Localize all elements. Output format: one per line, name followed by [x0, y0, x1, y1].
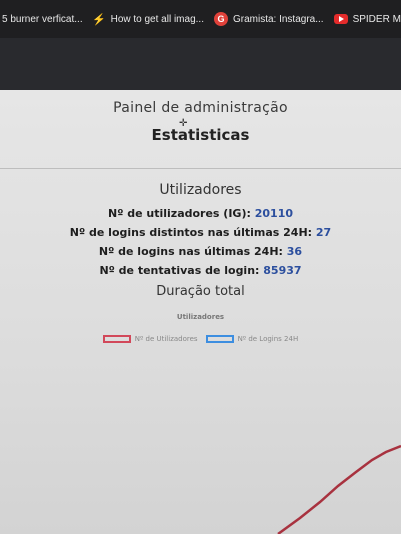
chart-legend: Nº de Utilizadores Nº de Logins 24H: [0, 335, 401, 343]
admin-panel: Painel de administração ✛ Estatisticas U…: [0, 90, 401, 534]
legend-item-users[interactable]: Nº de Utilizadores: [102, 335, 198, 343]
stat-label: Nº de logins distintos nas últimas 24H:: [69, 226, 313, 239]
bookmark-label: Gramista: Instagra...: [232, 13, 324, 25]
legend-label: Nº de Logins 24H: [237, 335, 299, 343]
g-icon: G: [213, 12, 228, 26]
duration-title: Duração total: [156, 284, 245, 299]
stat-value: 27: [315, 226, 332, 239]
stat-label: Nº de utilizadores (IG):: [107, 207, 251, 220]
legend-label: Nº de Utilizadores: [134, 335, 198, 343]
bookmark-get-images[interactable]: ⚡ How to get all imag...: [92, 13, 204, 26]
bookmark-spider[interactable]: SPIDER M: [333, 13, 401, 25]
app-header: [0, 38, 401, 90]
bookmark-label: How to get all imag...: [110, 13, 204, 25]
chart-canvas: [277, 444, 401, 534]
bolt-icon: ⚡: [92, 13, 106, 26]
legend-item-logins[interactable]: Nº de Logins 24H: [205, 335, 299, 343]
stat-value: 20110: [254, 207, 294, 220]
youtube-icon: [333, 14, 348, 24]
bookmark-gramista[interactable]: G Gramista: Instagra...: [213, 12, 324, 26]
stat-users-ig: Nº de utilizadores (IG): 20110: [0, 207, 401, 220]
stat-logins-24h: Nº de logins nas últimas 24H: 36: [0, 245, 401, 258]
bookmarks-bar: 5 burner verficat... ⚡ How to get all im…: [0, 0, 401, 38]
stat-value: 36: [286, 245, 303, 258]
divider: [0, 168, 401, 169]
bookmark-burner[interactable]: 5 burner verficat...: [2, 14, 83, 25]
users-section-title: Utilizadores: [159, 182, 242, 198]
series-line-users: [277, 444, 401, 534]
bookmark-label: 5 burner verficat...: [2, 13, 83, 25]
admin-title: Painel de administração: [113, 100, 288, 116]
legend-swatch-users: [102, 335, 131, 343]
stat-distinct-logins: Nº de logins distintos nas últimas 24H: …: [0, 226, 401, 239]
bookmark-label: SPIDER M: [352, 13, 401, 25]
stat-login-attempts: Nº de tentativas de login: 85937: [0, 264, 401, 277]
page-title: Estatisticas: [151, 126, 250, 144]
stat-value: 85937: [263, 264, 302, 277]
legend-swatch-logins: [205, 335, 234, 343]
stat-label: Nº de tentativas de login:: [99, 264, 260, 277]
stat-label: Nº de logins nas últimas 24H:: [98, 245, 283, 258]
chart-title: Utilizadores: [176, 313, 225, 321]
